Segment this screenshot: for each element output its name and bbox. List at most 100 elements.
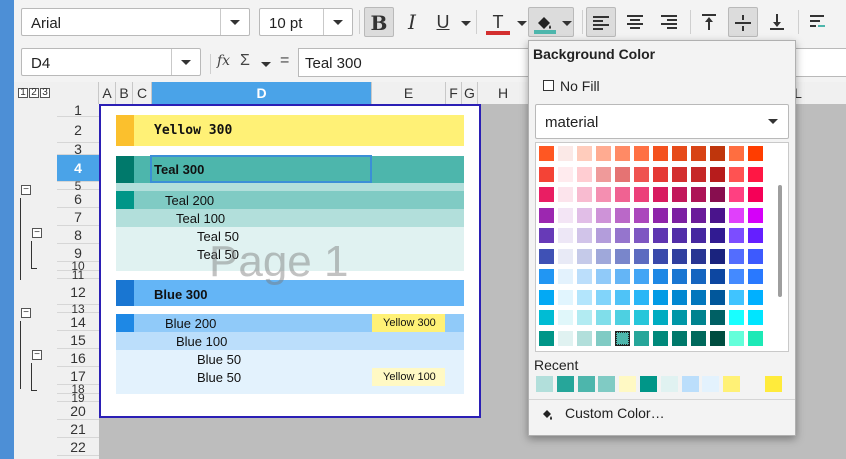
color-swatch[interactable] — [710, 207, 725, 223]
cell-c6[interactable]: Teal 200 — [165, 193, 214, 208]
color-swatch[interactable] — [539, 187, 554, 202]
color-swatch[interactable] — [577, 330, 592, 346]
color-swatch[interactable] — [710, 269, 725, 284]
row-header[interactable]: 1 — [57, 103, 99, 117]
color-swatch[interactable] — [634, 228, 649, 243]
background-color-button[interactable] — [528, 7, 574, 37]
color-swatch[interactable] — [577, 146, 592, 161]
color-swatch[interactable] — [558, 187, 573, 202]
column-header-c[interactable]: C — [133, 82, 152, 104]
align-top-button[interactable] — [694, 7, 724, 37]
cell-d2[interactable]: Yellow 300 — [154, 123, 232, 138]
no-fill-checkbox[interactable] — [543, 80, 554, 91]
row-header[interactable]: 20 — [57, 402, 99, 420]
color-swatch[interactable] — [710, 187, 725, 202]
color-swatch[interactable] — [653, 310, 668, 325]
wrap-text-button[interactable] — [804, 7, 832, 37]
color-swatch[interactable] — [577, 310, 592, 325]
color-swatch[interactable] — [710, 330, 725, 346]
row-header[interactable]: 15 — [57, 331, 99, 349]
recent-color-swatch[interactable] — [577, 376, 595, 392]
color-swatch[interactable] — [672, 289, 687, 305]
color-swatch[interactable] — [558, 166, 573, 182]
color-swatch[interactable] — [596, 207, 611, 223]
font-color-button[interactable]: T — [484, 7, 512, 37]
row-header[interactable]: 21 — [57, 420, 99, 438]
color-swatch[interactable] — [748, 187, 763, 202]
color-swatch[interactable] — [634, 330, 649, 346]
color-swatch[interactable] — [729, 207, 744, 223]
column-header-d[interactable]: D — [152, 82, 372, 104]
recent-color-swatch[interactable] — [619, 376, 637, 392]
cell-c14[interactable]: Blue 200 — [165, 316, 216, 331]
color-swatch[interactable] — [558, 330, 573, 346]
cell-e14[interactable]: Yellow 300 — [383, 317, 436, 329]
color-swatch[interactable] — [577, 207, 592, 223]
recent-color-swatch[interactable] — [764, 376, 782, 392]
color-swatch[interactable] — [558, 310, 573, 325]
color-swatch[interactable] — [577, 228, 592, 243]
color-swatch[interactable] — [672, 166, 687, 182]
name-box-dropdown-button[interactable] — [171, 49, 200, 75]
color-swatch[interactable] — [691, 330, 706, 346]
row-header[interactable]: 5 — [57, 180, 99, 192]
align-left-button[interactable] — [586, 7, 616, 37]
recent-color-swatch[interactable] — [536, 376, 553, 392]
color-swatch[interactable] — [539, 248, 554, 264]
color-swatch[interactable] — [596, 289, 611, 305]
color-swatch[interactable] — [729, 289, 744, 305]
color-swatch[interactable] — [729, 269, 744, 284]
color-swatch[interactable] — [691, 207, 706, 223]
outline-collapse-button[interactable]: − — [32, 228, 42, 238]
color-swatch[interactable] — [634, 187, 649, 202]
column-header-h[interactable]: H — [478, 82, 528, 104]
color-swatch[interactable] — [691, 187, 706, 202]
color-swatch[interactable] — [710, 310, 725, 325]
color-swatch[interactable] — [710, 166, 725, 182]
color-swatch[interactable] — [653, 187, 668, 202]
row-header[interactable]: 8 — [57, 226, 99, 244]
outline-collapse-button[interactable]: − — [21, 308, 31, 318]
color-swatch[interactable] — [558, 228, 573, 243]
recent-color-swatch[interactable] — [598, 376, 616, 392]
formula-equals-icon[interactable]: = — [280, 52, 289, 70]
color-swatch[interactable] — [672, 207, 687, 223]
color-swatch[interactable] — [691, 310, 706, 325]
recent-color-swatch[interactable] — [556, 376, 574, 392]
row-header[interactable]: 13 — [57, 303, 99, 315]
cell-e17[interactable]: Yellow 100 — [383, 371, 436, 383]
row-header[interactable]: 19 — [57, 392, 99, 404]
color-swatch[interactable] — [653, 146, 668, 161]
color-swatch[interactable] — [653, 166, 668, 182]
recent-color-swatch[interactable] — [640, 376, 657, 392]
color-swatch[interactable] — [748, 330, 763, 346]
color-swatch[interactable] — [672, 146, 687, 161]
color-swatch[interactable] — [748, 207, 763, 223]
color-swatch[interactable] — [691, 248, 706, 264]
color-swatch[interactable] — [634, 289, 649, 305]
color-swatch[interactable] — [710, 228, 725, 243]
color-swatch[interactable] — [653, 269, 668, 284]
row-header[interactable]: 14 — [57, 313, 99, 331]
row-header[interactable]: 2 — [57, 117, 99, 143]
color-swatch[interactable] — [558, 289, 573, 305]
color-swatch[interactable] — [672, 330, 687, 346]
color-swatch[interactable] — [615, 269, 630, 284]
column-header-f[interactable]: F — [446, 82, 462, 104]
cell-d17[interactable]: Blue 50 — [197, 370, 241, 385]
color-swatch[interactable] — [748, 166, 763, 182]
color-swatch[interactable] — [748, 269, 763, 284]
color-swatch[interactable] — [596, 166, 611, 182]
color-swatch[interactable] — [539, 269, 554, 284]
recent-color-swatch[interactable] — [702, 376, 720, 392]
recent-color-swatch[interactable] — [723, 376, 741, 392]
color-swatch[interactable] — [672, 187, 687, 202]
color-swatch[interactable] — [729, 330, 744, 346]
color-swatch[interactable] — [634, 207, 649, 223]
color-swatch[interactable] — [672, 269, 687, 284]
color-swatch[interactable] — [596, 228, 611, 243]
font-name-combo[interactable]: Arial — [21, 8, 250, 36]
color-swatch[interactable] — [710, 146, 725, 161]
color-swatch[interactable] — [672, 248, 687, 264]
color-swatch[interactable] — [615, 166, 630, 182]
